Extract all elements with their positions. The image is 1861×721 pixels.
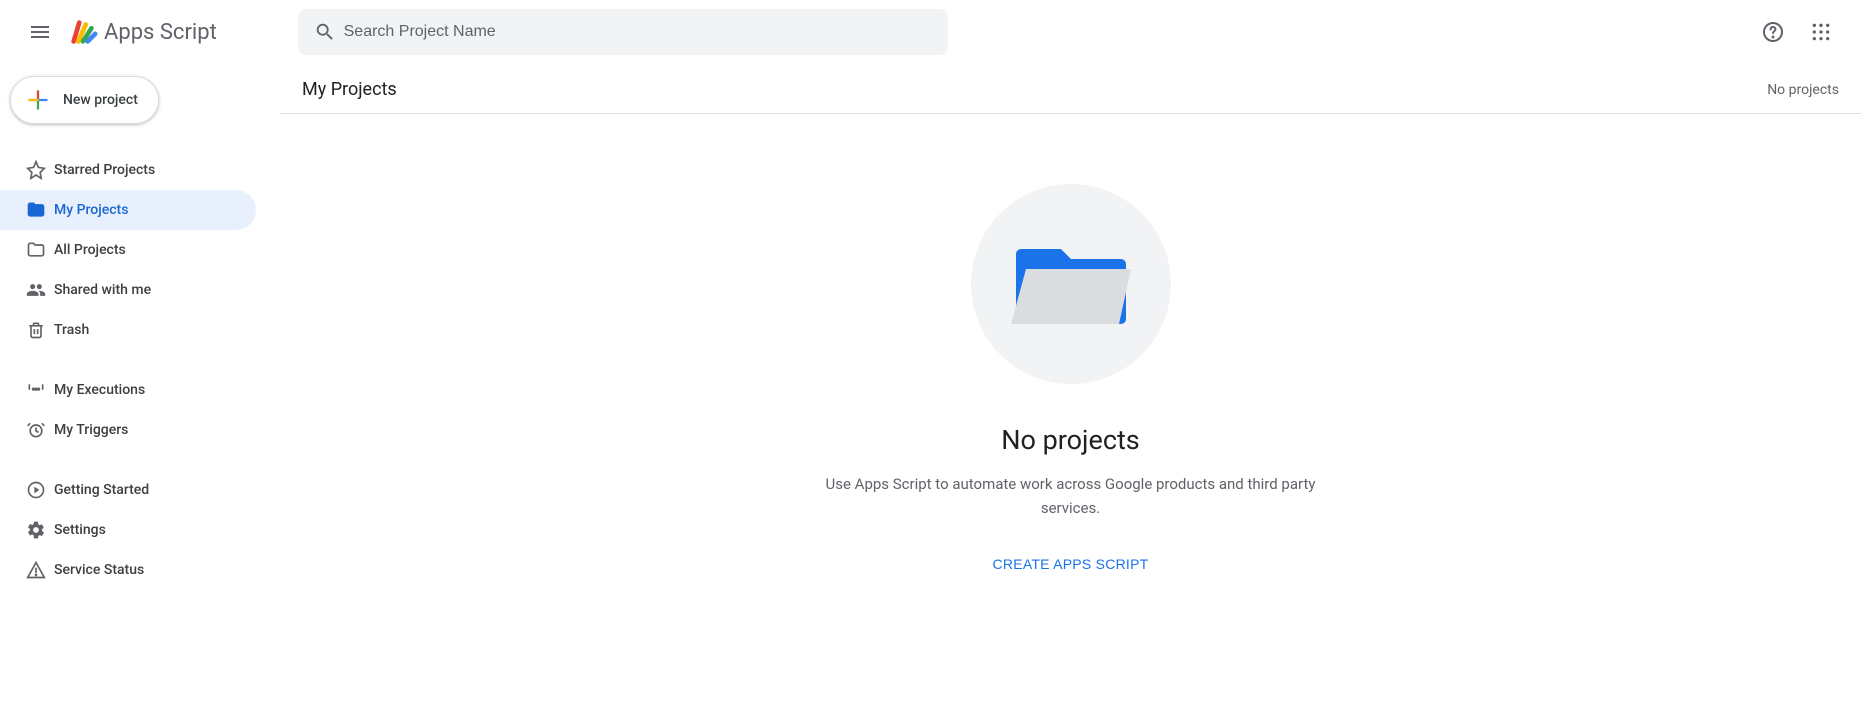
create-apps-script-button[interactable]: CREATE APPS SCRIPT	[981, 548, 1161, 580]
help-icon	[1761, 20, 1785, 44]
empty-state: No projects Use Apps Script to automate …	[280, 184, 1861, 580]
help-button[interactable]	[1753, 12, 1793, 52]
alarm-icon	[26, 420, 54, 440]
hamburger-icon	[28, 20, 52, 44]
sidebar-item-label: Settings	[54, 522, 106, 538]
sidebar-item-my-triggers[interactable]: My Triggers	[0, 410, 256, 450]
sidebar-item-label: Trash	[54, 322, 89, 338]
new-project-button[interactable]: New project	[10, 76, 159, 124]
empty-folder-illustration	[971, 184, 1171, 384]
sidebar-item-label: My Projects	[54, 202, 128, 218]
sidebar-item-label: My Executions	[54, 382, 145, 398]
people-icon	[26, 280, 54, 300]
main-content: My Projects No projects No projects Use …	[280, 64, 1861, 721]
apps-script-logo-icon	[68, 17, 98, 47]
project-count-hint: No projects	[1767, 82, 1839, 98]
apps-grid-icon	[1811, 22, 1831, 42]
sidebar: New project Starred Projects My Projects…	[0, 64, 280, 721]
hamburger-menu-button[interactable]	[16, 8, 64, 56]
search-bar[interactable]	[298, 9, 948, 55]
sidebar-item-getting-started[interactable]: Getting Started	[0, 470, 256, 510]
sidebar-item-starred-projects[interactable]: Starred Projects	[0, 150, 256, 190]
page-title: My Projects	[302, 79, 397, 100]
trash-icon	[26, 320, 54, 340]
sidebar-item-settings[interactable]: Settings	[0, 510, 256, 550]
empty-state-subtitle: Use Apps Script to automate work across …	[811, 472, 1331, 520]
gear-icon	[26, 520, 54, 540]
sidebar-item-label: My Triggers	[54, 422, 128, 438]
product-name: Apps Script	[104, 20, 217, 45]
folder-icon	[26, 200, 54, 220]
sidebar-item-trash[interactable]: Trash	[0, 310, 256, 350]
sidebar-item-label: Service Status	[54, 562, 144, 578]
folder-outline-icon	[26, 240, 54, 260]
warning-icon	[26, 560, 54, 580]
search-input[interactable]	[344, 23, 940, 41]
executions-icon	[26, 380, 54, 400]
sidebar-item-service-status[interactable]: Service Status	[0, 550, 256, 590]
app-header: Apps Script	[0, 0, 1861, 64]
sidebar-item-my-projects[interactable]: My Projects	[0, 190, 256, 230]
nav-group-automation: My Executions My Triggers	[0, 370, 280, 450]
product-logo-area[interactable]: Apps Script	[68, 17, 248, 47]
plus-icon	[25, 87, 51, 113]
star-icon	[26, 160, 54, 180]
nav-group-misc: Getting Started Settings Service Status	[0, 470, 280, 590]
sidebar-item-label: Getting Started	[54, 482, 149, 498]
new-project-label: New project	[63, 92, 138, 108]
sidebar-item-all-projects[interactable]: All Projects	[0, 230, 256, 270]
play-circle-icon	[26, 480, 54, 500]
sidebar-item-label: All Projects	[54, 242, 126, 258]
page-titlebar: My Projects No projects	[280, 66, 1861, 114]
search-icon	[306, 21, 344, 43]
sidebar-item-label: Shared with me	[54, 282, 151, 298]
sidebar-item-label: Starred Projects	[54, 162, 155, 178]
nav-group-main: Starred Projects My Projects All Project…	[0, 150, 280, 350]
sidebar-item-my-executions[interactable]: My Executions	[0, 370, 256, 410]
sidebar-item-shared-with-me[interactable]: Shared with me	[0, 270, 256, 310]
apps-grid-button[interactable]	[1801, 12, 1841, 52]
empty-state-title: No projects	[1001, 424, 1139, 456]
